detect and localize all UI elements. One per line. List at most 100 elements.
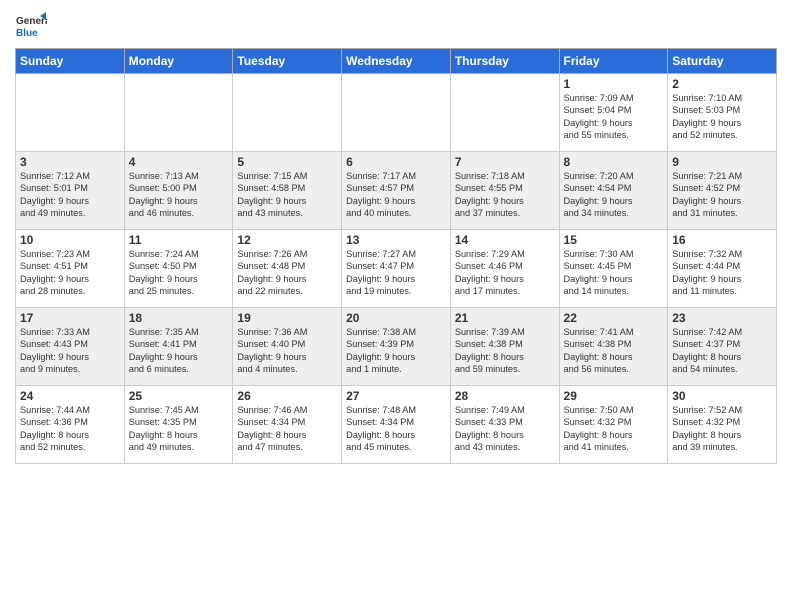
svg-text:Blue: Blue xyxy=(16,28,38,39)
calendar-cell: 28Sunrise: 7:49 AMSunset: 4:33 PMDayligh… xyxy=(450,386,559,464)
calendar-table: SundayMondayTuesdayWednesdayThursdayFrid… xyxy=(15,48,777,464)
calendar-cell: 29Sunrise: 7:50 AMSunset: 4:32 PMDayligh… xyxy=(559,386,668,464)
day-info: Sunrise: 7:20 AMSunset: 4:54 PMDaylight:… xyxy=(564,170,664,220)
day-number: 1 xyxy=(564,77,664,91)
weekday-header-wednesday: Wednesday xyxy=(342,49,451,74)
calendar-cell: 27Sunrise: 7:48 AMSunset: 4:34 PMDayligh… xyxy=(342,386,451,464)
day-info: Sunrise: 7:10 AMSunset: 5:03 PMDaylight:… xyxy=(672,92,772,142)
calendar-cell: 12Sunrise: 7:26 AMSunset: 4:48 PMDayligh… xyxy=(233,230,342,308)
weekday-header-sunday: Sunday xyxy=(16,49,125,74)
calendar-cell: 24Sunrise: 7:44 AMSunset: 4:36 PMDayligh… xyxy=(16,386,125,464)
day-number: 5 xyxy=(237,155,337,169)
calendar-cell: 6Sunrise: 7:17 AMSunset: 4:57 PMDaylight… xyxy=(342,152,451,230)
calendar-cell: 30Sunrise: 7:52 AMSunset: 4:32 PMDayligh… xyxy=(668,386,777,464)
day-info: Sunrise: 7:42 AMSunset: 4:37 PMDaylight:… xyxy=(672,326,772,376)
calendar-cell: 11Sunrise: 7:24 AMSunset: 4:50 PMDayligh… xyxy=(124,230,233,308)
calendar-cell xyxy=(450,74,559,152)
day-number: 15 xyxy=(564,233,664,247)
day-info: Sunrise: 7:15 AMSunset: 4:58 PMDaylight:… xyxy=(237,170,337,220)
calendar-cell: 1Sunrise: 7:09 AMSunset: 5:04 PMDaylight… xyxy=(559,74,668,152)
day-number: 11 xyxy=(129,233,229,247)
day-info: Sunrise: 7:33 AMSunset: 4:43 PMDaylight:… xyxy=(20,326,120,376)
weekday-header-monday: Monday xyxy=(124,49,233,74)
calendar-cell: 25Sunrise: 7:45 AMSunset: 4:35 PMDayligh… xyxy=(124,386,233,464)
day-info: Sunrise: 7:52 AMSunset: 4:32 PMDaylight:… xyxy=(672,404,772,454)
calendar-cell xyxy=(16,74,125,152)
logo-graphic: General Blue xyxy=(15,10,47,42)
day-number: 20 xyxy=(346,311,446,325)
day-info: Sunrise: 7:49 AMSunset: 4:33 PMDaylight:… xyxy=(455,404,555,454)
calendar-cell: 16Sunrise: 7:32 AMSunset: 4:44 PMDayligh… xyxy=(668,230,777,308)
day-number: 30 xyxy=(672,389,772,403)
day-number: 25 xyxy=(129,389,229,403)
calendar-cell xyxy=(342,74,451,152)
day-number: 18 xyxy=(129,311,229,325)
day-info: Sunrise: 7:48 AMSunset: 4:34 PMDaylight:… xyxy=(346,404,446,454)
day-number: 22 xyxy=(564,311,664,325)
day-number: 16 xyxy=(672,233,772,247)
calendar-cell: 10Sunrise: 7:23 AMSunset: 4:51 PMDayligh… xyxy=(16,230,125,308)
page-container: General Blue SundayMondayTuesdayWednesda… xyxy=(0,0,792,612)
calendar-cell: 7Sunrise: 7:18 AMSunset: 4:55 PMDaylight… xyxy=(450,152,559,230)
day-number: 27 xyxy=(346,389,446,403)
day-info: Sunrise: 7:50 AMSunset: 4:32 PMDaylight:… xyxy=(564,404,664,454)
calendar-cell: 21Sunrise: 7:39 AMSunset: 4:38 PMDayligh… xyxy=(450,308,559,386)
calendar-header-row: SundayMondayTuesdayWednesdayThursdayFrid… xyxy=(16,49,777,74)
day-info: Sunrise: 7:35 AMSunset: 4:41 PMDaylight:… xyxy=(129,326,229,376)
calendar-cell xyxy=(233,74,342,152)
day-info: Sunrise: 7:41 AMSunset: 4:38 PMDaylight:… xyxy=(564,326,664,376)
calendar-cell: 5Sunrise: 7:15 AMSunset: 4:58 PMDaylight… xyxy=(233,152,342,230)
calendar-cell: 3Sunrise: 7:12 AMSunset: 5:01 PMDaylight… xyxy=(16,152,125,230)
day-number: 17 xyxy=(20,311,120,325)
day-info: Sunrise: 7:26 AMSunset: 4:48 PMDaylight:… xyxy=(237,248,337,298)
calendar-cell: 23Sunrise: 7:42 AMSunset: 4:37 PMDayligh… xyxy=(668,308,777,386)
day-number: 23 xyxy=(672,311,772,325)
day-number: 21 xyxy=(455,311,555,325)
calendar-cell: 9Sunrise: 7:21 AMSunset: 4:52 PMDaylight… xyxy=(668,152,777,230)
day-number: 14 xyxy=(455,233,555,247)
day-number: 9 xyxy=(672,155,772,169)
calendar-cell: 2Sunrise: 7:10 AMSunset: 5:03 PMDaylight… xyxy=(668,74,777,152)
day-number: 10 xyxy=(20,233,120,247)
calendar-cell: 14Sunrise: 7:29 AMSunset: 4:46 PMDayligh… xyxy=(450,230,559,308)
svg-text:General: General xyxy=(16,16,47,27)
day-number: 13 xyxy=(346,233,446,247)
day-info: Sunrise: 7:32 AMSunset: 4:44 PMDaylight:… xyxy=(672,248,772,298)
calendar-cell: 17Sunrise: 7:33 AMSunset: 4:43 PMDayligh… xyxy=(16,308,125,386)
day-info: Sunrise: 7:09 AMSunset: 5:04 PMDaylight:… xyxy=(564,92,664,142)
day-number: 24 xyxy=(20,389,120,403)
weekday-header-friday: Friday xyxy=(559,49,668,74)
day-number: 3 xyxy=(20,155,120,169)
day-info: Sunrise: 7:29 AMSunset: 4:46 PMDaylight:… xyxy=(455,248,555,298)
day-info: Sunrise: 7:21 AMSunset: 4:52 PMDaylight:… xyxy=(672,170,772,220)
calendar-cell: 8Sunrise: 7:20 AMSunset: 4:54 PMDaylight… xyxy=(559,152,668,230)
day-info: Sunrise: 7:24 AMSunset: 4:50 PMDaylight:… xyxy=(129,248,229,298)
day-number: 19 xyxy=(237,311,337,325)
day-number: 26 xyxy=(237,389,337,403)
day-info: Sunrise: 7:46 AMSunset: 4:34 PMDaylight:… xyxy=(237,404,337,454)
day-info: Sunrise: 7:23 AMSunset: 4:51 PMDaylight:… xyxy=(20,248,120,298)
day-number: 6 xyxy=(346,155,446,169)
day-info: Sunrise: 7:13 AMSunset: 5:00 PMDaylight:… xyxy=(129,170,229,220)
day-number: 12 xyxy=(237,233,337,247)
day-info: Sunrise: 7:17 AMSunset: 4:57 PMDaylight:… xyxy=(346,170,446,220)
day-number: 8 xyxy=(564,155,664,169)
calendar-cell: 4Sunrise: 7:13 AMSunset: 5:00 PMDaylight… xyxy=(124,152,233,230)
calendar-cell: 18Sunrise: 7:35 AMSunset: 4:41 PMDayligh… xyxy=(124,308,233,386)
calendar-cell: 19Sunrise: 7:36 AMSunset: 4:40 PMDayligh… xyxy=(233,308,342,386)
day-info: Sunrise: 7:18 AMSunset: 4:55 PMDaylight:… xyxy=(455,170,555,220)
calendar-cell: 22Sunrise: 7:41 AMSunset: 4:38 PMDayligh… xyxy=(559,308,668,386)
day-number: 29 xyxy=(564,389,664,403)
day-info: Sunrise: 7:39 AMSunset: 4:38 PMDaylight:… xyxy=(455,326,555,376)
day-info: Sunrise: 7:38 AMSunset: 4:39 PMDaylight:… xyxy=(346,326,446,376)
logo: General Blue xyxy=(15,10,47,42)
day-info: Sunrise: 7:45 AMSunset: 4:35 PMDaylight:… xyxy=(129,404,229,454)
header: General Blue xyxy=(15,10,777,42)
day-number: 28 xyxy=(455,389,555,403)
weekday-header-thursday: Thursday xyxy=(450,49,559,74)
calendar-cell: 13Sunrise: 7:27 AMSunset: 4:47 PMDayligh… xyxy=(342,230,451,308)
day-info: Sunrise: 7:44 AMSunset: 4:36 PMDaylight:… xyxy=(20,404,120,454)
day-number: 7 xyxy=(455,155,555,169)
day-info: Sunrise: 7:36 AMSunset: 4:40 PMDaylight:… xyxy=(237,326,337,376)
day-info: Sunrise: 7:27 AMSunset: 4:47 PMDaylight:… xyxy=(346,248,446,298)
